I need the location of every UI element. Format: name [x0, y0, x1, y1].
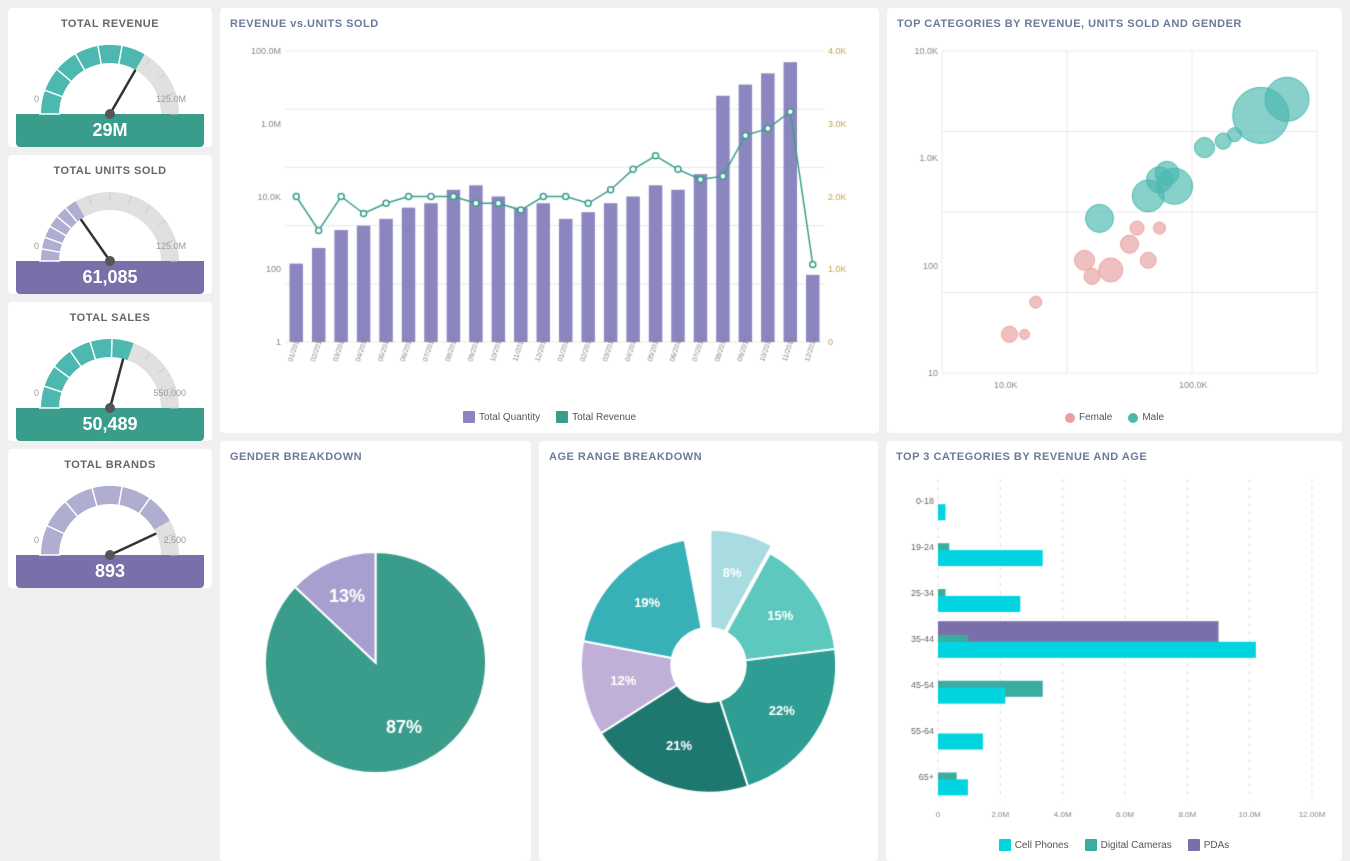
legend-revenue: Total Revenue	[556, 411, 636, 423]
legend-quantity-icon	[463, 411, 475, 423]
total-sales-gauge: 0 550,000	[30, 328, 190, 408]
bottom-row: GENDER BREAKDOWN AGE RANGE BREAKDOWN TOP…	[220, 441, 1342, 861]
main-area: REVENUE vs.UNITS SOLD Total Quantity Tot…	[220, 0, 1350, 854]
top3-chart-card: TOP 3 CATEGORIES BY REVENUE AND AGE Cell…	[886, 441, 1342, 861]
legend-quantity: Total Quantity	[463, 411, 540, 423]
total-brands-gauge: 0 2,500	[30, 475, 190, 555]
total-revenue-title: TOTAL REVENUE	[61, 18, 159, 30]
total-units-min-label: 0	[34, 241, 39, 251]
gender-chart-area	[230, 469, 521, 851]
legend-cell-label: Cell Phones	[1015, 840, 1069, 851]
top3-chart-title: TOP 3 CATEGORIES BY REVENUE AND AGE	[896, 451, 1332, 463]
legend-cell: Cell Phones	[999, 839, 1069, 851]
top-row: REVENUE vs.UNITS SOLD Total Quantity Tot…	[220, 8, 1342, 433]
legend-female-label: Female	[1079, 412, 1112, 423]
legend-female-icon	[1065, 413, 1075, 423]
total-units-title: TOTAL UNITS SOLD	[53, 165, 166, 177]
legend-female: Female	[1065, 412, 1112, 423]
legend-revenue-label: Total Revenue	[572, 412, 636, 423]
total-brands-title: TOTAL BRANDS	[64, 459, 156, 471]
legend-pda-icon	[1188, 839, 1200, 851]
bubble-chart-card: TOP CATEGORIES BY REVENUE, UNITS SOLD AN…	[887, 8, 1342, 433]
legend-camera-label: Digital Cameras	[1101, 840, 1172, 851]
age-chart-card: AGE RANGE BREAKDOWN	[539, 441, 878, 861]
total-units-gauge: 0 125.0M	[30, 181, 190, 261]
bubble-chart-title: TOP CATEGORIES BY REVENUE, UNITS SOLD AN…	[897, 18, 1332, 30]
legend-camera-icon	[1085, 839, 1097, 851]
total-sales-title: TOTAL SALES	[70, 312, 151, 324]
total-revenue-max-label: 125.0M	[156, 94, 186, 104]
bubble-legend: Female Male	[897, 412, 1332, 423]
total-brands-card: TOTAL BRANDS02,500893	[8, 449, 212, 588]
total-brands-max-label: 2,500	[163, 535, 186, 545]
total-sales-max-label: 550,000	[153, 388, 186, 398]
legend-pda-label: PDAs	[1204, 840, 1230, 851]
revenue-chart-card: REVENUE vs.UNITS SOLD Total Quantity Tot…	[220, 8, 879, 433]
total-sales-min-label: 0	[34, 388, 39, 398]
top3-chart-area	[896, 469, 1332, 835]
legend-quantity-label: Total Quantity	[479, 412, 540, 423]
gender-chart-card: GENDER BREAKDOWN	[220, 441, 531, 861]
bubble-chart-area	[897, 36, 1332, 408]
age-chart-area	[549, 469, 868, 851]
total-brands-min-label: 0	[34, 535, 39, 545]
gender-chart-title: GENDER BREAKDOWN	[230, 451, 521, 463]
legend-revenue-icon	[556, 411, 568, 423]
total-units-max-label: 125.0M	[156, 241, 186, 251]
top3-legend: Cell Phones Digital Cameras PDAs	[896, 839, 1332, 851]
total-revenue-gauge: 0 125.0M	[30, 34, 190, 114]
revenue-chart-area	[230, 36, 869, 407]
revenue-legend: Total Quantity Total Revenue	[230, 411, 869, 423]
age-chart-title: AGE RANGE BREAKDOWN	[549, 451, 868, 463]
total-revenue-min-label: 0	[34, 94, 39, 104]
legend-camera: Digital Cameras	[1085, 839, 1172, 851]
legend-male: Male	[1128, 412, 1164, 423]
legend-male-label: Male	[1142, 412, 1164, 423]
total-revenue-card: TOTAL REVENUE0125.0M29M	[8, 8, 212, 147]
legend-male-icon	[1128, 413, 1138, 423]
total-units-card: TOTAL UNITS SOLD0125.0M61,085	[8, 155, 212, 294]
revenue-chart-title: REVENUE vs.UNITS SOLD	[230, 18, 869, 30]
total-sales-card: TOTAL SALES0550,00050,489	[8, 302, 212, 441]
sidebar: TOTAL REVENUE0125.0M29MTOTAL UNITS SOLD0…	[0, 0, 220, 854]
legend-pda: PDAs	[1188, 839, 1230, 851]
legend-cell-icon	[999, 839, 1011, 851]
